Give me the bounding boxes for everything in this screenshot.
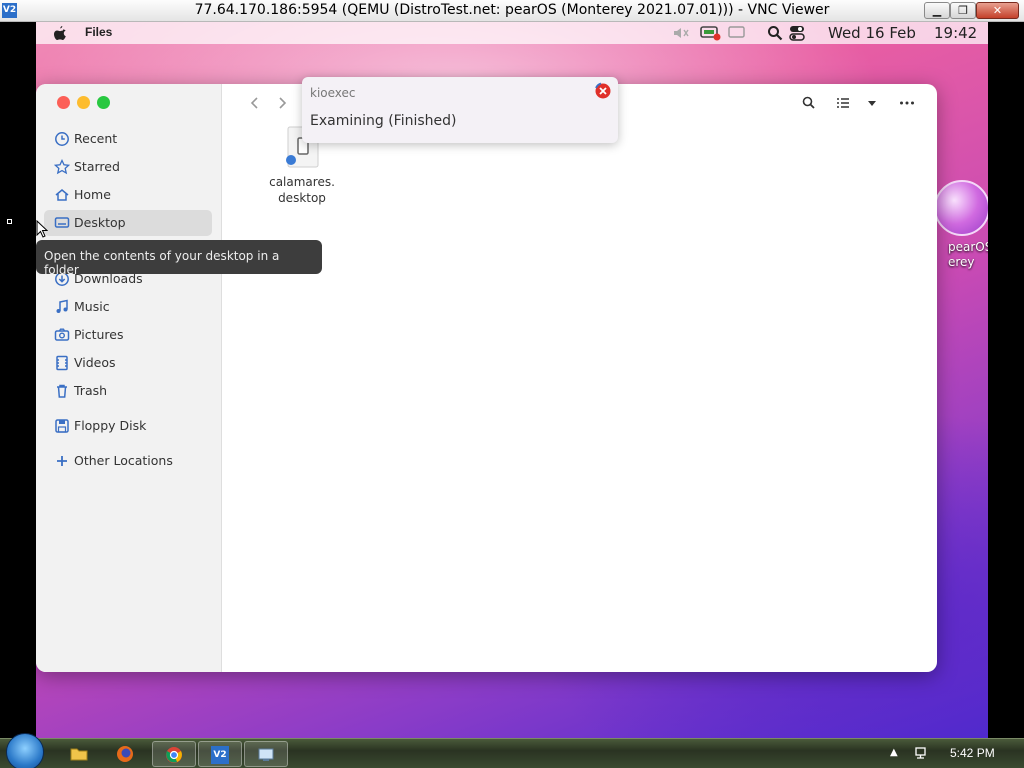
sidebar-item-other-locations[interactable]: Other Locations [44,448,212,474]
sidebar: Recent Starred Home Desktop Downloads Mu… [36,84,222,672]
taskbar-remote-desktop[interactable] [244,741,288,767]
taskbar-vnc-viewer[interactable]: V2 [198,741,242,767]
network-tray-icon[interactable] [914,745,930,761]
star-icon [54,159,70,175]
search-button[interactable] [800,94,818,112]
desktop-icon [54,217,70,228]
close-icon[interactable] [594,82,612,100]
home-icon [55,189,69,201]
back-button[interactable] [246,94,264,112]
window-close-button[interactable] [57,96,70,109]
close-icon: ✕ [992,4,1003,17]
top-menu-bar: Files Wed 16 Feb 19:42 [36,22,988,44]
sidebar-item-starred[interactable]: Starred [44,154,212,180]
sidebar-item-label: Desktop [74,215,126,230]
vnc-title-bar: V2 77.64.170.186:5954 (QEMU (DistroTest.… [0,0,1024,22]
clock-icon [55,132,69,146]
taskbar-clock[interactable]: 5:42 PM [950,746,995,760]
sidebar-item-videos[interactable]: Videos [44,350,212,376]
mouse-cursor-icon [36,220,48,238]
sidebar-item-label: Starred [74,159,120,174]
forward-button[interactable] [273,94,291,112]
sidebar-item-trash[interactable]: Trash [44,378,212,404]
file-name-line1: calamares. [269,175,335,189]
remote-desktop-icon [258,748,274,761]
vnc-close-button[interactable]: ✕ [976,2,1019,19]
control-center-toggle-icon[interactable] [789,25,805,41]
sidebar-item-label: Other Locations [74,453,173,468]
search-icon[interactable] [767,25,783,41]
kioexec-dialog: kioexec Examining (Finished) [302,77,618,143]
sidebar-item-floppy-disk[interactable]: Floppy Disk [44,413,212,439]
sidebar-item-label: Music [74,299,110,314]
more-options-button[interactable] [898,94,916,112]
sidebar-item-recent[interactable]: Recent [44,126,212,152]
start-button[interactable] [6,733,44,768]
camera-icon [54,328,70,341]
show-hidden-icons-button[interactable]: ▲ [890,747,898,758]
vnc-maximize-button[interactable]: ❐ [950,2,976,19]
vnc-icon: V2 [211,746,229,764]
kioexec-status: Examining (Finished) [310,113,457,129]
clock-date[interactable]: Wed 16 Feb [828,24,916,42]
trash-icon [57,384,67,398]
list-view-button[interactable] [834,94,852,112]
restore-icon: ❐ [958,4,968,17]
music-icon [56,299,68,313]
active-app-name[interactable]: Files [85,25,112,39]
desktop-tooltip: Open the contents of your desktop in a f… [36,240,322,277]
sidebar-item-pictures[interactable]: Pictures [44,322,212,348]
taskbar-chrome[interactable] [152,741,196,767]
chrome-icon [166,747,182,763]
minimize-icon: ▁ [932,4,942,17]
sidebar-item-label: Pictures [74,327,124,342]
apple-icon[interactable] [52,25,68,41]
file-name-line2: desktop [278,191,326,205]
clock-time[interactable]: 19:42 [934,24,977,42]
vnc-minimize-button[interactable]: ▁ [924,2,950,19]
plus-icon [57,456,67,466]
taskbar-firefox[interactable] [104,741,148,767]
firefox-icon [117,746,133,762]
sidebar-item-label: Videos [74,355,116,370]
files-window: Recent Starred Home Desktop Downloads Mu… [36,84,937,672]
sidebar-item-music[interactable]: Music [44,294,212,320]
file-name: calamares. desktop [262,174,342,206]
vnc-window-title: 77.64.170.186:5954 (QEMU (DistroTest.net… [194,2,830,18]
film-icon [56,355,68,371]
file-view[interactable]: calamares. desktop [222,84,937,672]
local-cursor-marker [7,219,12,224]
sidebar-item-label: Home [74,187,111,202]
volume-muted-icon[interactable] [672,25,690,41]
network-icon[interactable] [700,25,722,41]
window-minimize-button[interactable] [77,96,90,109]
taskbar-explorer[interactable] [58,741,102,767]
kioexec-title: kioexec [310,86,356,100]
sidebar-item-desktop[interactable]: Desktop [44,210,212,236]
folder-icon [70,748,88,761]
view-options-dropdown[interactable] [863,94,881,112]
window-maximize-button[interactable] [97,96,110,109]
sidebar-item-label: Floppy Disk [74,418,147,433]
display-icon[interactable] [728,25,746,41]
sidebar-item-home[interactable]: Home [44,182,212,208]
floppy-icon [55,419,69,433]
pearos-logo-icon [934,180,988,236]
sidebar-item-label: Trash [74,383,108,398]
sidebar-item-label: Recent [74,131,118,146]
windows-taskbar: V2 ▲ 5:42 PM [0,733,1024,768]
